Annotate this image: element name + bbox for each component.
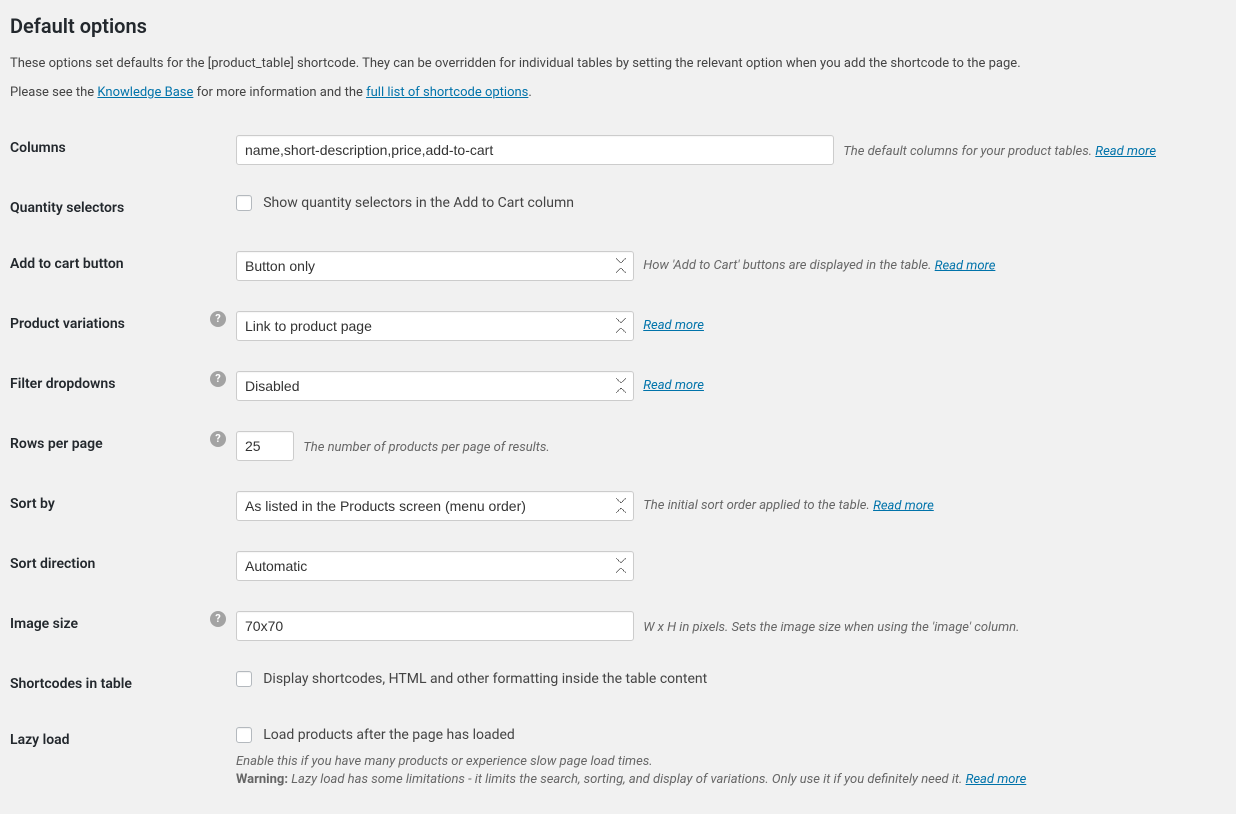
columns-desc: The default columns for your product tab… <box>843 144 1092 159</box>
sortby-desc: The initial sort order applied to the ta… <box>643 498 870 513</box>
imagesize-input[interactable] <box>236 611 634 641</box>
lazyload-readmore-link[interactable]: Read more <box>966 772 1027 787</box>
quantity-checkbox[interactable] <box>236 195 252 211</box>
filters-label: Filter dropdowns <box>10 356 210 416</box>
variations-label: Product variations <box>10 296 210 356</box>
sortby-readmore-link[interactable]: Read more <box>873 498 934 513</box>
section-heading: Default options <box>10 14 1226 38</box>
rows-input[interactable] <box>236 431 294 461</box>
quantity-checkbox-label: Show quantity selectors in the Add to Ca… <box>263 195 574 211</box>
shortcode-options-link[interactable]: full list of shortcode options <box>366 85 528 100</box>
imagesize-desc: W x H in pixels. Sets the image size whe… <box>643 620 1019 635</box>
sortby-label: Sort by <box>10 476 210 536</box>
shortcodes-checkbox-label: Display shortcodes, HTML and other forma… <box>263 671 707 687</box>
lazy-warning-text: Lazy load has some limitations - it limi… <box>288 772 962 787</box>
imagesize-label: Image size <box>10 596 210 656</box>
shortcodes-checkbox[interactable] <box>236 671 252 687</box>
intro-text-1: These options set defaults for the [prod… <box>10 56 1226 71</box>
sortby-select[interactable]: As listed in the Products screen (menu o… <box>236 491 634 521</box>
sortdir-label: Sort direction <box>10 536 210 596</box>
lazyload-desc: Enable this if you have many products or… <box>236 753 1216 789</box>
addtocart-desc: How 'Add to Cart' buttons are displayed … <box>643 258 931 273</box>
intro-text-2: Please see the Knowledge Base for more i… <box>10 85 1226 100</box>
columns-readmore-link[interactable]: Read more <box>1095 144 1156 159</box>
sortdir-select[interactable]: Automatic <box>236 551 634 581</box>
lazy-warning-label: Warning: <box>236 772 288 787</box>
columns-input[interactable] <box>236 135 834 165</box>
help-icon[interactable]: ? <box>210 431 226 447</box>
settings-table: Columns The default columns for your pro… <box>10 120 1226 804</box>
help-icon[interactable]: ? <box>210 611 226 627</box>
columns-label: Columns <box>10 120 210 180</box>
rows-label: Rows per page <box>10 416 210 476</box>
addtocart-label: Add to cart button <box>10 236 210 296</box>
rows-desc: The number of products per page of resul… <box>303 440 549 455</box>
quantity-label: Quantity selectors <box>10 180 210 236</box>
variations-select[interactable]: Link to product page <box>236 311 634 341</box>
help-icon[interactable]: ? <box>210 311 226 327</box>
shortcodes-label: Shortcodes in table <box>10 656 210 712</box>
lazyload-checkbox[interactable] <box>236 727 252 743</box>
lazyload-checkbox-label: Load products after the page has loaded <box>263 727 515 743</box>
addtocart-readmore-link[interactable]: Read more <box>935 258 996 273</box>
lazy-desc1: Enable this if you have many products or… <box>236 754 653 769</box>
lazyload-label: Lazy load <box>10 712 210 804</box>
filters-select[interactable]: Disabled <box>236 371 634 401</box>
help-icon[interactable]: ? <box>210 371 226 387</box>
filters-readmore-link[interactable]: Read more <box>643 378 704 393</box>
addtocart-select[interactable]: Button only <box>236 251 634 281</box>
intro2-post: . <box>528 85 531 100</box>
variations-readmore-link[interactable]: Read more <box>643 318 704 333</box>
knowledge-base-link[interactable]: Knowledge Base <box>97 85 193 100</box>
intro2-pre: Please see the <box>10 85 97 100</box>
intro2-mid: for more information and the <box>193 85 366 100</box>
